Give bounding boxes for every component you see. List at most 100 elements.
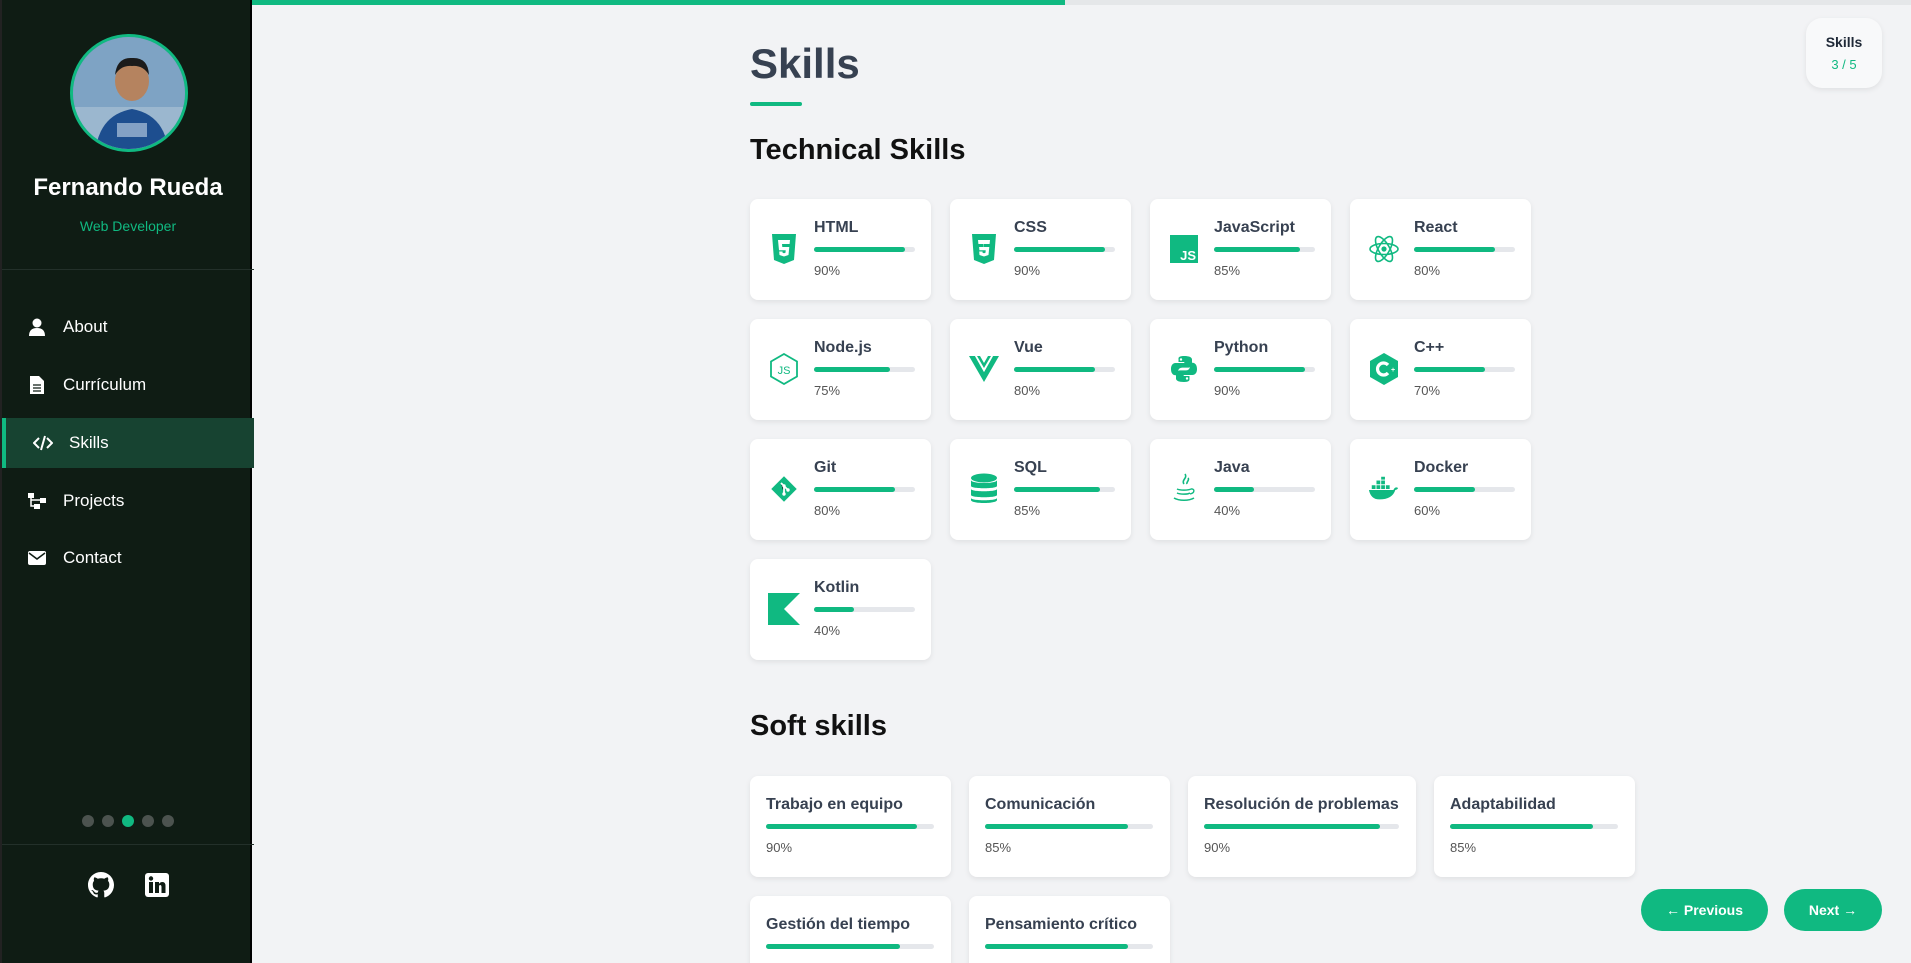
technical-skills-heading: Technical Skills	[750, 134, 966, 166]
nav-item-skills[interactable]: Skills	[2, 418, 254, 468]
soft-skills-heading: Soft skills	[750, 710, 887, 742]
soft-skill-percent: 85%	[985, 840, 1012, 855]
skill-bar-fill	[1414, 247, 1495, 252]
soft-skill-card: Trabajo en equipo 90%	[750, 776, 951, 877]
divider	[2, 269, 254, 270]
skill-bar	[814, 247, 915, 252]
svg-text:+: +	[1391, 367, 1395, 374]
page-title: Skills	[750, 40, 860, 87]
skill-percent: 85%	[1214, 263, 1241, 278]
skill-bar-fill	[1014, 367, 1095, 372]
skill-percent: 90%	[814, 263, 841, 278]
soft-skill-bar-fill	[985, 824, 1128, 829]
nav-item-label: Contact	[63, 548, 122, 567]
skill-label: React	[1414, 219, 1458, 236]
slide-dot[interactable]	[102, 815, 114, 827]
envelope-icon	[27, 548, 47, 568]
skill-bar-fill	[1214, 367, 1305, 372]
user-icon	[27, 317, 47, 337]
skill-percent: 90%	[1014, 263, 1041, 278]
soft-skill-bar	[985, 944, 1153, 949]
soft-skill-bar	[766, 824, 934, 829]
soft-skill-percent: 85%	[1450, 840, 1477, 855]
soft-skill-label: Gestión del tiempo	[766, 916, 911, 933]
soft-skill-label: Comunicación	[985, 796, 1096, 813]
soft-skill-bar-fill	[766, 824, 918, 829]
skill-bar	[814, 367, 915, 372]
skill-bar-fill	[1014, 487, 1100, 492]
soft-skill-card: Resolución de problemas 90%	[1188, 776, 1416, 877]
soft-skill-label: Adaptabilidad	[1450, 796, 1556, 813]
skill-label: Docker	[1414, 459, 1469, 476]
soft-skill-bar-fill	[1450, 824, 1593, 829]
soft-skill-bar	[1204, 824, 1399, 829]
database-icon	[968, 473, 1000, 505]
skill-percent: 80%	[1414, 263, 1441, 278]
slide-dot-active[interactable]	[122, 815, 134, 827]
progress-bar	[252, 0, 1911, 5]
skill-percent: 40%	[814, 623, 841, 638]
skill-label: Git	[814, 459, 837, 476]
soft-skill-percent: 90%	[1204, 840, 1231, 855]
skill-bar-fill	[814, 247, 905, 252]
next-button[interactable]: Next →	[1784, 889, 1882, 931]
skill-percent: 90%	[1214, 383, 1241, 398]
nav-item-label: Currículum	[63, 375, 147, 394]
skill-card-react: React 80%	[1350, 199, 1531, 300]
skill-bar-fill	[814, 607, 855, 612]
nodejs-icon: JS	[768, 353, 800, 385]
linkedin-icon[interactable]	[144, 872, 170, 898]
skill-percent: 75%	[814, 383, 841, 398]
skill-label: Node.js	[814, 339, 872, 356]
nav-item-about[interactable]: About	[2, 302, 254, 352]
skill-bar	[814, 487, 915, 492]
skill-label: JavaScript	[1214, 219, 1295, 236]
slide-dot[interactable]	[142, 815, 154, 827]
skill-percent: 80%	[814, 503, 841, 518]
cplusplus-icon: +	[1368, 353, 1400, 385]
skill-card-nodejs: JS Node.js 75%	[750, 319, 931, 420]
slide-dot[interactable]	[82, 815, 94, 827]
document-icon	[27, 375, 47, 395]
github-icon[interactable]	[88, 872, 114, 898]
slide-dot[interactable]	[162, 815, 174, 827]
soft-skill-bar-fill	[985, 944, 1128, 949]
skill-card-css: CSS 90%	[950, 199, 1131, 300]
soft-skill-label: Resolución de problemas	[1204, 796, 1399, 813]
skill-percent: 70%	[1414, 383, 1441, 398]
skill-label: SQL	[1014, 459, 1047, 476]
skill-bar	[1214, 247, 1315, 252]
skill-bar	[1414, 247, 1515, 252]
sitemap-icon	[27, 491, 47, 511]
skill-percent: 80%	[1014, 383, 1041, 398]
skill-bar-fill	[1014, 247, 1105, 252]
previous-button[interactable]: ← Previous	[1641, 889, 1768, 931]
badge-count: 3 / 5	[1831, 57, 1857, 72]
soft-skill-bar-fill	[1204, 824, 1380, 829]
skill-label: HTML	[814, 219, 859, 236]
skill-bar	[1214, 487, 1315, 492]
soft-skill-card: Adaptabilidad 85%	[1434, 776, 1635, 877]
skill-percent: 85%	[1014, 503, 1041, 518]
skill-card-java: Java 40%	[1150, 439, 1331, 540]
docker-icon	[1368, 473, 1400, 505]
skill-card-git: Git 80%	[750, 439, 931, 540]
skill-bar	[1414, 487, 1515, 492]
skill-bar	[1014, 247, 1115, 252]
sidebar: Fernando Rueda Web Developer About Currí…	[0, 0, 254, 963]
skill-bar-fill	[814, 367, 890, 372]
nav-item-projects[interactable]: Projects	[2, 476, 254, 526]
badge-title: Skills	[1825, 34, 1863, 50]
nav-item-curriculum[interactable]: Currículum	[2, 360, 254, 410]
profile-role: Web Developer	[79, 218, 177, 234]
skill-bar	[1214, 367, 1315, 372]
nav-item-label: About	[63, 317, 108, 336]
skill-bar	[1014, 367, 1115, 372]
skill-card-docker: Docker 60%	[1350, 439, 1531, 540]
svg-text:JS: JS	[1180, 248, 1196, 263]
nav-item-contact[interactable]: Contact	[2, 533, 254, 583]
soft-skill-percent: 90%	[766, 840, 793, 855]
skill-bar	[1414, 367, 1515, 372]
soft-skill-bar-fill	[766, 944, 901, 949]
skill-label: Java	[1214, 459, 1250, 476]
